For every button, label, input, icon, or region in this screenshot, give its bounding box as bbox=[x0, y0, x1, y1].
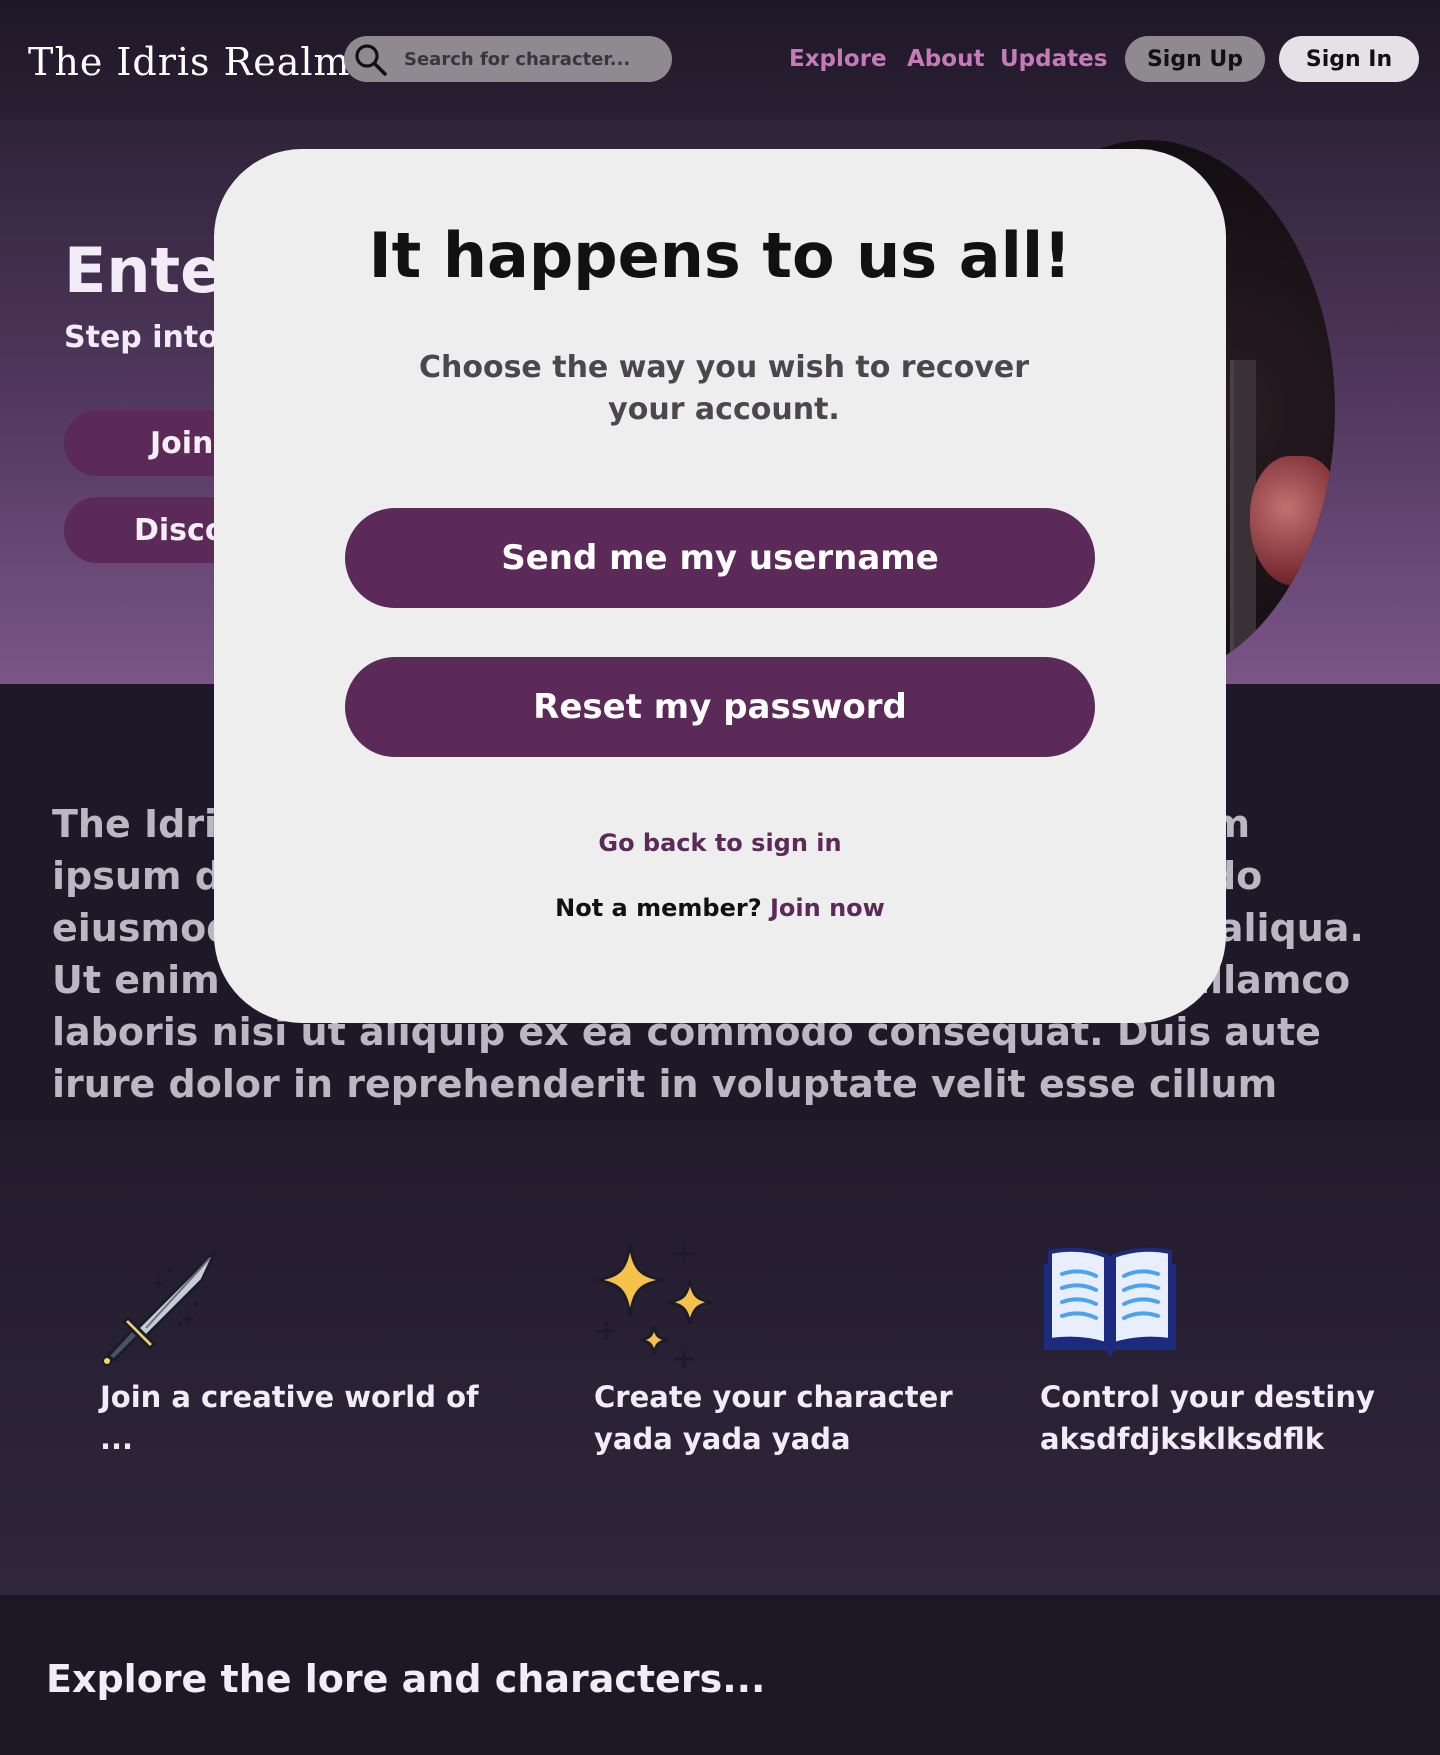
feature-text: Join a creative world of ... bbox=[100, 1380, 479, 1456]
search-bar[interactable] bbox=[344, 36, 672, 82]
sword-icon bbox=[100, 1240, 230, 1370]
search-input[interactable] bbox=[404, 44, 654, 74]
feature-text: Create your character yada yada yada bbox=[594, 1380, 953, 1456]
modal-description: Choose the way you wish to recover your … bbox=[418, 350, 1030, 427]
send-username-button[interactable]: Send me my username bbox=[345, 508, 1095, 608]
join-prompt: Not a member? Join now bbox=[214, 894, 1226, 922]
explore-section: Explore the lore and characters... bbox=[0, 1595, 1440, 1755]
features-section: Join a creative world of ... Create your… bbox=[0, 1120, 1440, 1595]
skull-figure bbox=[1250, 456, 1335, 586]
sparkles-icon bbox=[594, 1240, 724, 1370]
feature-item: Create your character yada yada yada bbox=[594, 1240, 974, 1460]
site-header: The Idris Realm Explore About Updates Si… bbox=[0, 0, 1440, 120]
feature-item: Join a creative world of ... bbox=[100, 1240, 480, 1460]
feature-item: Control your destiny aksdfdjksklksdflk bbox=[1040, 1240, 1420, 1460]
open-book-icon bbox=[1040, 1240, 1176, 1370]
account-recovery-modal: It happens to us all! Choose the way you… bbox=[214, 149, 1226, 1023]
not-member-text: Not a member? bbox=[555, 894, 762, 922]
nav-updates[interactable]: Updates bbox=[1000, 46, 1107, 72]
explore-heading: Explore the lore and characters... bbox=[46, 1657, 766, 1701]
nav-explore[interactable]: Explore bbox=[789, 46, 887, 72]
site-logo[interactable]: The Idris Realm bbox=[28, 40, 351, 84]
sign-up-button[interactable]: Sign Up bbox=[1125, 36, 1265, 82]
search-icon[interactable] bbox=[354, 43, 388, 81]
reset-password-button[interactable]: Reset my password bbox=[345, 657, 1095, 757]
nav-about[interactable]: About bbox=[907, 46, 984, 72]
modal-title: It happens to us all! bbox=[368, 219, 1072, 292]
back-to-sign-in-link[interactable]: Go back to sign in bbox=[214, 829, 1226, 857]
join-now-link[interactable]: Join now bbox=[770, 894, 885, 922]
feature-text: Control your destiny aksdfdjksklksdflk bbox=[1040, 1380, 1375, 1456]
sign-in-button[interactable]: Sign In bbox=[1279, 36, 1419, 82]
